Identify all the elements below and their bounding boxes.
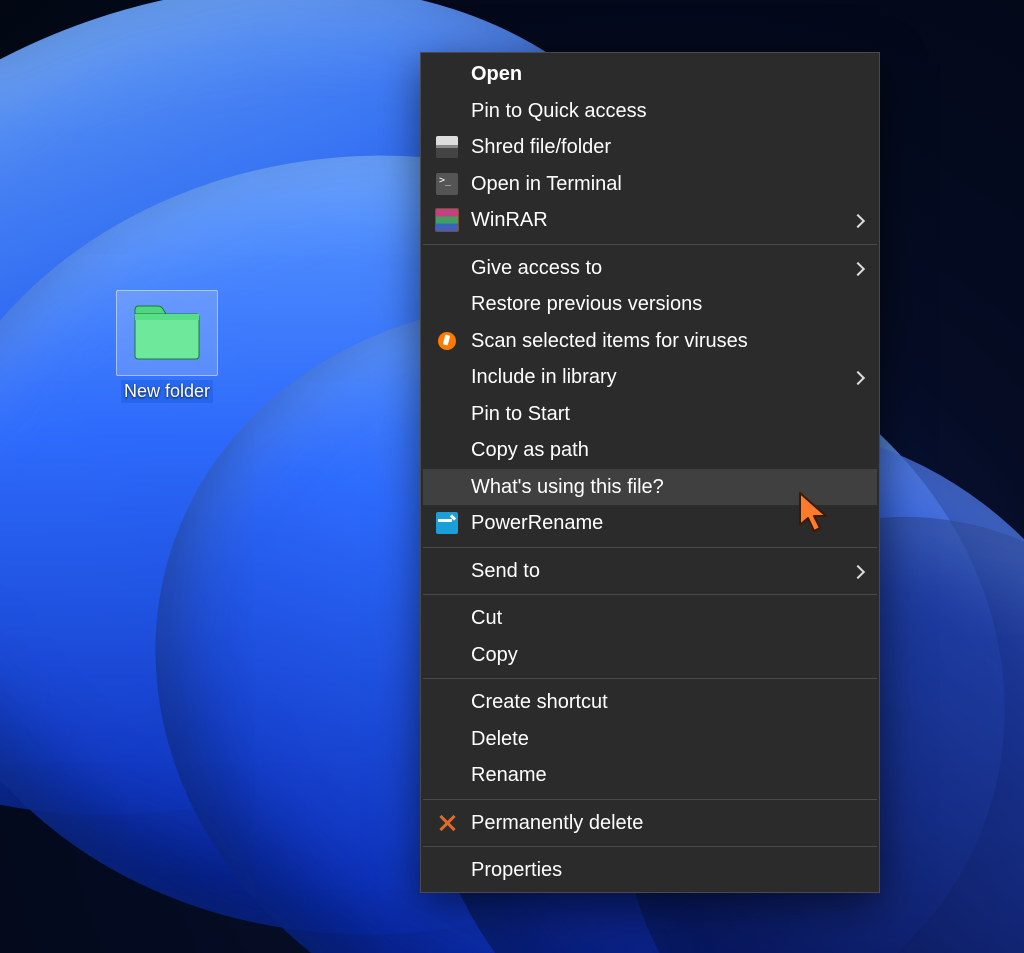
winrar-icon — [423, 208, 471, 232]
chevron-right-icon — [847, 210, 863, 230]
menu-item-permanently-delete[interactable]: Permanently delete — [423, 805, 877, 842]
desktop-folder-label: New folder — [121, 380, 213, 403]
menu-item-powerrename[interactable]: PowerRename — [423, 505, 877, 542]
menu-item-winrar[interactable]: WinRAR — [423, 202, 877, 239]
chevron-right-icon — [847, 561, 863, 581]
menu-separator — [423, 594, 877, 595]
shredder-icon — [423, 136, 471, 158]
folder-icon — [116, 290, 218, 376]
powerrename-icon — [423, 512, 471, 534]
menu-item-open-in-terminal[interactable]: Open in Terminal — [423, 166, 877, 203]
chevron-right-icon — [847, 258, 863, 278]
menu-item-label: Permanently delete — [471, 813, 863, 833]
menu-item-label: Restore previous versions — [471, 294, 863, 314]
menu-item-label: Properties — [471, 860, 863, 880]
menu-item-label: Copy — [471, 645, 863, 665]
menu-item-label: Copy as path — [471, 440, 863, 460]
menu-item-label: Include in library — [471, 367, 847, 387]
menu-item-copy-as-path[interactable]: Copy as path — [423, 432, 877, 469]
menu-item-open[interactable]: Open — [423, 56, 877, 93]
menu-item-label: Open in Terminal — [471, 174, 863, 194]
menu-item-pin-to-quick-access[interactable]: Pin to Quick access — [423, 93, 877, 130]
terminal-icon — [423, 173, 471, 195]
menu-item-pin-to-start[interactable]: Pin to Start — [423, 396, 877, 433]
menu-item-copy[interactable]: Copy — [423, 637, 877, 674]
delete-x-icon — [423, 812, 471, 834]
menu-item-label: Create shortcut — [471, 692, 863, 712]
menu-item-label: Open — [471, 64, 863, 84]
menu-item-label: Scan selected items for viruses — [471, 331, 863, 351]
menu-item-shred-file-folder[interactable]: Shred file/folder — [423, 129, 877, 166]
menu-item-label: Pin to Start — [471, 404, 863, 424]
menu-item-label: Rename — [471, 765, 863, 785]
menu-item-include-in-library[interactable]: Include in library — [423, 359, 877, 396]
menu-item-label: Shred file/folder — [471, 137, 863, 157]
menu-item-properties[interactable]: Properties — [423, 852, 877, 889]
chevron-right-icon — [847, 367, 863, 387]
menu-item-rename[interactable]: Rename — [423, 757, 877, 794]
menu-item-label: Send to — [471, 561, 847, 581]
menu-item-give-access-to[interactable]: Give access to — [423, 250, 877, 287]
menu-item-cut[interactable]: Cut — [423, 600, 877, 637]
menu-separator — [423, 678, 877, 679]
menu-item-scan-selected-items-for-viruses[interactable]: Scan selected items for viruses — [423, 323, 877, 360]
menu-item-send-to[interactable]: Send to — [423, 553, 877, 590]
menu-item-label: WinRAR — [471, 210, 847, 230]
menu-item-label: What's using this file? — [471, 477, 863, 497]
desktop-folder[interactable]: New folder — [109, 290, 225, 403]
menu-item-what-s-using-this-file[interactable]: What's using this file? — [423, 469, 877, 506]
avast-icon — [423, 332, 471, 350]
menu-item-label: PowerRename — [471, 513, 863, 533]
menu-item-create-shortcut[interactable]: Create shortcut — [423, 684, 877, 721]
menu-item-restore-previous-versions[interactable]: Restore previous versions — [423, 286, 877, 323]
menu-item-label: Pin to Quick access — [471, 101, 863, 121]
menu-item-label: Delete — [471, 729, 863, 749]
context-menu: Open Pin to Quick access Shred file/folder… — [420, 52, 880, 893]
menu-item-label: Cut — [471, 608, 863, 628]
menu-separator — [423, 846, 877, 847]
menu-separator — [423, 244, 877, 245]
menu-item-label: Give access to — [471, 258, 847, 278]
menu-separator — [423, 799, 877, 800]
menu-separator — [423, 547, 877, 548]
menu-item-delete[interactable]: Delete — [423, 721, 877, 758]
